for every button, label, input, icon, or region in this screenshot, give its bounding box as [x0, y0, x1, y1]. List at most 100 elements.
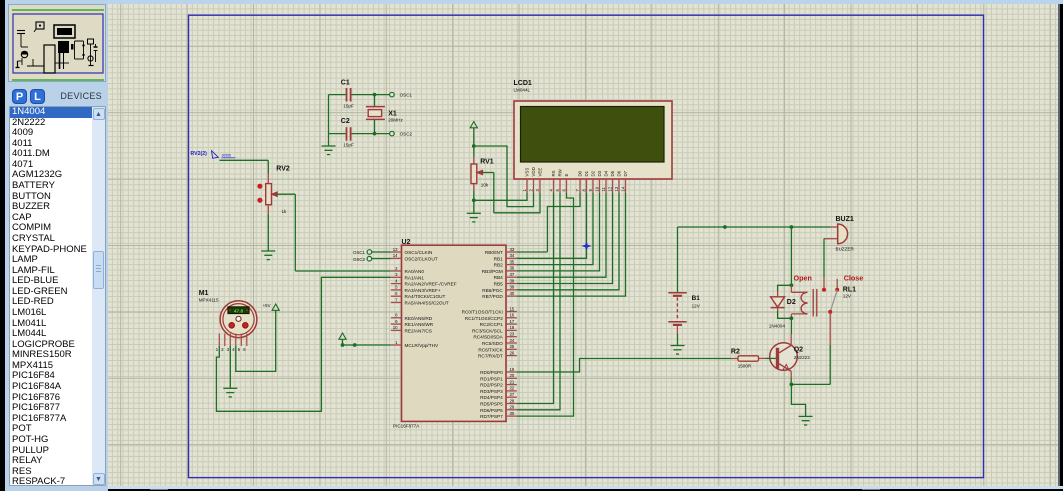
svg-text:5: 5: [238, 347, 241, 352]
svg-text:3: 3: [227, 347, 230, 352]
svg-text:26: 26: [510, 350, 515, 355]
svg-text:12V: 12V: [692, 303, 701, 308]
svg-text:16: 16: [510, 313, 515, 318]
svg-text:Close: Close: [844, 273, 864, 282]
svg-text:20MHz: 20MHz: [388, 118, 403, 123]
svg-text:29: 29: [510, 405, 515, 410]
svg-text:30: 30: [510, 411, 515, 416]
svg-text:15pF: 15pF: [343, 142, 354, 147]
svg-text:C1: C1: [341, 80, 350, 87]
svg-text:5: 5: [395, 285, 398, 290]
svg-text:RB4: RB4: [494, 275, 504, 280]
svg-text:VEE: VEE: [538, 168, 543, 177]
svg-text:D2: D2: [591, 170, 596, 176]
svg-text:LCD1: LCD1: [514, 80, 532, 87]
svg-text:1N4004: 1N4004: [769, 323, 786, 328]
svg-text:38: 38: [510, 278, 515, 283]
svg-text:RA3/AN3/VREF+: RA3/AN3/VREF+: [405, 288, 441, 293]
svg-text:PIC16F877A: PIC16F877A: [393, 424, 420, 429]
svg-text:RD6/PSP6: RD6/PSP6: [480, 408, 503, 413]
svg-text:RD5/PSP5: RD5/PSP5: [480, 402, 503, 407]
svg-text:27: 27: [510, 392, 515, 397]
svg-text:10: 10: [393, 325, 398, 330]
svg-text:RC7/RX/DT: RC7/RX/DT: [478, 354, 503, 359]
svg-text:2N2222: 2N2222: [794, 355, 811, 360]
svg-text:RC0/T1OSO/T1CKI: RC0/T1OSO/T1CKI: [462, 310, 503, 315]
svg-text:RV1: RV1: [480, 159, 494, 166]
svg-text:1k: 1k: [282, 209, 288, 214]
svg-text:1: 1: [395, 340, 398, 345]
svg-text:3: 3: [395, 272, 398, 277]
svg-text:40: 40: [510, 291, 515, 296]
svg-text:6: 6: [243, 347, 246, 352]
svg-text:37: 37: [510, 272, 515, 277]
svg-text:2: 2: [529, 189, 534, 192]
svg-text:RB6/PGC: RB6/PGC: [482, 288, 503, 293]
svg-text:D1: D1: [584, 170, 589, 176]
svg-text:RE2/AN7/CS: RE2/AN7/CS: [405, 328, 432, 333]
svg-text:7: 7: [575, 189, 580, 192]
svg-text:RC3/SCK/SCL: RC3/SCK/SCL: [472, 328, 503, 333]
svg-text:5: 5: [555, 189, 560, 192]
svg-text:9: 9: [395, 319, 398, 324]
svg-text:1: 1: [216, 347, 219, 352]
svg-text:30585: 30585: [222, 154, 232, 158]
svg-text:6: 6: [562, 189, 567, 192]
svg-text:18: 18: [510, 325, 515, 330]
svg-text:RE1/AN6/WR: RE1/AN6/WR: [405, 322, 434, 327]
svg-text:47.8: 47.8: [234, 309, 244, 315]
svg-text:MPX4115: MPX4115: [199, 298, 219, 303]
svg-text:OSC1/CLKIN: OSC1/CLKIN: [405, 250, 433, 255]
svg-text:34: 34: [510, 253, 515, 258]
svg-text:10k: 10k: [481, 182, 489, 187]
svg-text:15: 15: [510, 306, 515, 311]
svg-text:LM044L: LM044L: [514, 87, 531, 92]
svg-text:D5: D5: [610, 170, 615, 176]
svg-text:2: 2: [395, 266, 398, 271]
svg-text:4: 4: [395, 278, 398, 283]
svg-text:24: 24: [510, 338, 515, 343]
svg-text:RC4/SDI/SDA: RC4/SDI/SDA: [473, 335, 503, 340]
svg-text:36: 36: [510, 266, 515, 271]
svg-text:RB3/PGM: RB3/PGM: [482, 269, 503, 274]
svg-text:RB7/PGD: RB7/PGD: [482, 294, 503, 299]
svg-text:Q2: Q2: [794, 346, 803, 353]
svg-text:4: 4: [549, 189, 554, 192]
svg-text:Open: Open: [794, 273, 812, 282]
svg-text:4: 4: [232, 347, 235, 352]
svg-text:RV2: RV2: [276, 166, 290, 173]
svg-text:R2: R2: [731, 348, 740, 355]
svg-text:RA1/AN1: RA1/AN1: [405, 275, 425, 280]
svg-text:RB5: RB5: [494, 282, 504, 287]
svg-text:OSC1: OSC1: [400, 93, 413, 98]
svg-text:17: 17: [510, 319, 515, 324]
svg-text:RE0/AN5/RD: RE0/AN5/RD: [405, 316, 433, 321]
svg-text:RA2/AN2/VREF-/CVREF: RA2/AN2/VREF-/CVREF: [405, 282, 457, 287]
svg-text:OSC1: OSC1: [353, 250, 366, 255]
svg-text:12: 12: [608, 186, 613, 191]
svg-text:E: E: [564, 174, 569, 177]
svg-text:RD4/PSP4: RD4/PSP4: [480, 395, 503, 400]
svg-text:RC5/SDO: RC5/SDO: [482, 341, 503, 346]
svg-text:12V: 12V: [843, 294, 852, 299]
svg-text:D3: D3: [597, 170, 602, 176]
svg-text:RB2: RB2: [494, 263, 504, 268]
svg-text:RS: RS: [551, 170, 556, 176]
svg-text:+5V: +5V: [263, 303, 271, 308]
svg-text:RD1/PSP1: RD1/PSP1: [480, 376, 503, 381]
svg-text:MCLR/Vpp/THV: MCLR/Vpp/THV: [405, 343, 439, 348]
svg-text:33: 33: [510, 247, 515, 252]
svg-text:D0: D0: [578, 170, 583, 176]
svg-text:U2: U2: [402, 239, 411, 246]
svg-text:RD2/PSP2: RD2/PSP2: [480, 383, 503, 388]
svg-text:23: 23: [510, 332, 515, 337]
svg-text:2: 2: [221, 347, 224, 352]
svg-text:14: 14: [621, 186, 626, 191]
svg-text:19: 19: [510, 367, 515, 372]
svg-text:13: 13: [614, 186, 619, 191]
svg-text:14: 14: [393, 253, 398, 258]
svg-text:C2: C2: [341, 118, 350, 125]
svg-text:1500R: 1500R: [738, 363, 752, 368]
svg-text:BUZZER: BUZZER: [836, 247, 855, 252]
svg-text:RB0/INT: RB0/INT: [485, 250, 503, 255]
